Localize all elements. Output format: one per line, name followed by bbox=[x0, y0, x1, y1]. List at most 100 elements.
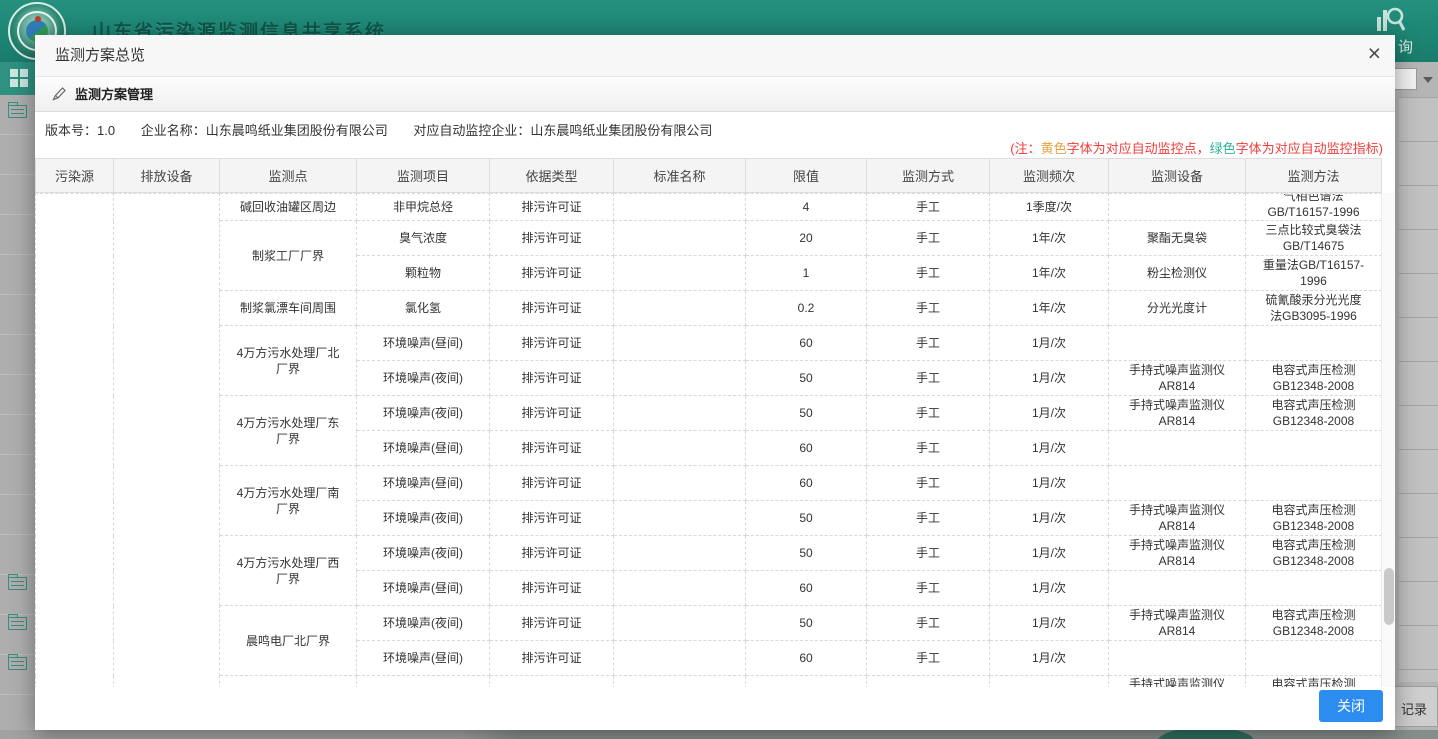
section-title: 监测方案管理 bbox=[75, 77, 153, 112]
table-cell bbox=[1246, 571, 1382, 606]
table-cell: 60 bbox=[746, 641, 867, 676]
table-cell: 排污许可证 bbox=[490, 606, 614, 641]
apps-menu-button[interactable] bbox=[1300, 2, 1336, 38]
table-cell: 手工 bbox=[867, 536, 990, 571]
table-cell: 电容式声压检测 GB12348-2008 bbox=[1246, 501, 1382, 536]
table-cell: 环境噪声(夜间) bbox=[357, 536, 490, 571]
table-cell: 碱回收油罐区周边 bbox=[220, 194, 357, 221]
monitoring-table-body: 碱回收油罐区周边非甲烷总烃排污许可证4手工1季度/次气相色谱法 GB/T1615… bbox=[35, 193, 1381, 687]
table-cell: 1月/次 bbox=[990, 536, 1109, 571]
folder-icon[interactable] bbox=[8, 105, 27, 118]
table-row: 4万方污水处理厂西 厂界环境噪声(夜间)排污许可证50手工1月/次手持式噪声监测… bbox=[36, 536, 1382, 571]
table-cell bbox=[1109, 641, 1246, 676]
table-cell: 4万方污水处理厂东 厂界 bbox=[220, 396, 357, 466]
table-row: 碱回收油罐区周边非甲烷总烃排污许可证4手工1季度/次气相色谱法 GB/T1615… bbox=[36, 194, 1382, 221]
table-cell: 手工 bbox=[867, 466, 990, 501]
table-cell: 环境噪声(昼间) bbox=[357, 431, 490, 466]
table-cell bbox=[614, 396, 746, 431]
table-cell: 环境噪声(夜间) bbox=[357, 361, 490, 396]
table-cell: 1 bbox=[746, 256, 867, 291]
table-cell bbox=[614, 361, 746, 396]
table-cell: 环境噪声(夜间) bbox=[357, 396, 490, 431]
table-cell bbox=[1109, 326, 1246, 361]
column-header: 监测点 bbox=[220, 159, 357, 193]
table-cell: 1季度/次 bbox=[990, 194, 1109, 221]
table-cell: 1月/次 bbox=[990, 641, 1109, 676]
folder-icon[interactable] bbox=[8, 617, 27, 630]
table-cell bbox=[490, 676, 614, 688]
table-cell: 60 bbox=[746, 466, 867, 501]
close-button[interactable]: 关闭 bbox=[1319, 690, 1383, 722]
table-cell bbox=[1246, 326, 1382, 361]
folder-icon[interactable] bbox=[8, 577, 27, 590]
logo-dot-icon bbox=[35, 16, 41, 22]
table-cell: 手持式噪声监测仪 AR814 bbox=[1109, 676, 1246, 688]
table-cell: 60 bbox=[746, 326, 867, 361]
table-cell: 排污许可证 bbox=[490, 256, 614, 291]
column-header: 污染源 bbox=[36, 159, 114, 193]
column-header: 标准名称 bbox=[614, 159, 746, 193]
table-cell: 手工 bbox=[867, 361, 990, 396]
caret-down-icon[interactable] bbox=[1423, 77, 1433, 83]
folder-icon[interactable] bbox=[8, 657, 27, 670]
table-cell: 手持式噪声监测仪 AR814 bbox=[1109, 536, 1246, 571]
table-cell: 50 bbox=[746, 396, 867, 431]
table-cell: 环境噪声(昼间) bbox=[357, 641, 490, 676]
table-cell: 环境噪声(昼间) bbox=[357, 326, 490, 361]
table-cell: 电容式声压检测 GB12348-2008 bbox=[1246, 361, 1382, 396]
table-cell: 1年/次 bbox=[990, 291, 1109, 326]
table-scrollbar[interactable] bbox=[1381, 193, 1395, 687]
section-header: 监测方案管理 bbox=[35, 77, 1395, 112]
search-stats-icon[interactable] bbox=[1374, 3, 1406, 35]
table-cell: 排污许可证 bbox=[490, 641, 614, 676]
table-cell: 手工 bbox=[867, 431, 990, 466]
table-cell: 60 bbox=[746, 571, 867, 606]
table-cell: 制浆氯漂车间周围 bbox=[220, 291, 357, 326]
color-legend-note: (注：黄色字体为对应自动监控点，绿色字体为对应自动监控指标) bbox=[1010, 138, 1383, 157]
table-cell: 氯化氢 bbox=[357, 291, 490, 326]
table-cell: 排污许可证 bbox=[490, 361, 614, 396]
table-cell bbox=[1109, 466, 1246, 501]
info-bar: 版本号：1.0 企业名称：山东晨鸣纸业集团股份有限公司 对应自动监控企业：山东晨… bbox=[35, 112, 1395, 158]
table-cell: 电容式声压检测 GB12348-2008 bbox=[1246, 536, 1382, 571]
search-label[interactable]: 询 bbox=[1398, 36, 1413, 57]
table-cell bbox=[1246, 431, 1382, 466]
table-cell: 1月/次 bbox=[990, 571, 1109, 606]
table-cell: 硫氰酸汞分光光度 法GB3095-1996 bbox=[1246, 291, 1382, 326]
table-cell: 手工 bbox=[867, 256, 990, 291]
table-cell: 颗粒物 bbox=[357, 256, 490, 291]
table-row: 4万方污水处理厂南 厂界环境噪声(昼间)排污许可证60手工1月/次 bbox=[36, 466, 1382, 501]
table-row: 制浆氯漂车间周围氯化氢排污许可证0.2手工1年/次分光光度计硫氰酸汞分光光度 法… bbox=[36, 291, 1382, 326]
note-yellow: 黄色 bbox=[1041, 141, 1067, 156]
table-cell: 排污许可证 bbox=[490, 571, 614, 606]
record-count-label: 记录 bbox=[1392, 686, 1438, 727]
table-cell: 4 bbox=[746, 194, 867, 221]
grid-icon[interactable] bbox=[10, 69, 28, 87]
column-header: 依据类型 bbox=[490, 159, 614, 193]
close-icon[interactable]: × bbox=[1368, 42, 1381, 65]
table-cell: 环境噪声(昼间) bbox=[357, 466, 490, 501]
table-cell bbox=[614, 221, 746, 256]
table-cell: 1月/次 bbox=[990, 501, 1109, 536]
column-header: 监测设备 bbox=[1109, 159, 1246, 193]
table-cell bbox=[357, 676, 490, 688]
table-cell bbox=[614, 256, 746, 291]
column-header: 排放设备 bbox=[114, 159, 220, 193]
monitoring-table-header: 污染源排放设备监测点监测项目依据类型标准名称限值监测方式监测频次监测设备监测方法 bbox=[35, 158, 1381, 193]
scrollbar-thumb[interactable] bbox=[1384, 568, 1394, 625]
table-cell bbox=[746, 676, 867, 688]
table-cell: 手持式噪声监测仪 AR814 bbox=[1109, 396, 1246, 431]
table-cell: 手工 bbox=[867, 396, 990, 431]
table-row: 4万方污水处理厂北 厂界环境噪声(昼间)排污许可证60手工1月/次 bbox=[36, 326, 1382, 361]
sidebar bbox=[0, 95, 35, 730]
table-cell: 晨鸣电厂北厂界 bbox=[220, 606, 357, 676]
column-header: 监测方法 bbox=[1246, 159, 1382, 193]
table-cell: 手持式噪声监测仪 AR814 bbox=[1109, 606, 1246, 641]
table-cell: 环境噪声(夜间) bbox=[357, 606, 490, 641]
background-table-edge bbox=[1399, 97, 1438, 682]
table-row: 制浆工厂厂界臭气浓度排污许可证20手工1年/次聚酯无臭袋三点比较式臭袋法 GB/… bbox=[36, 221, 1382, 256]
table-cell: 1月/次 bbox=[990, 361, 1109, 396]
table-cell bbox=[614, 641, 746, 676]
monitoring-plan-modal: 监测方案总览 × 监测方案管理 版本号：1.0 企业名称：山东晨鸣纸业集团股份有… bbox=[35, 35, 1395, 730]
table-cell: 50 bbox=[746, 361, 867, 396]
